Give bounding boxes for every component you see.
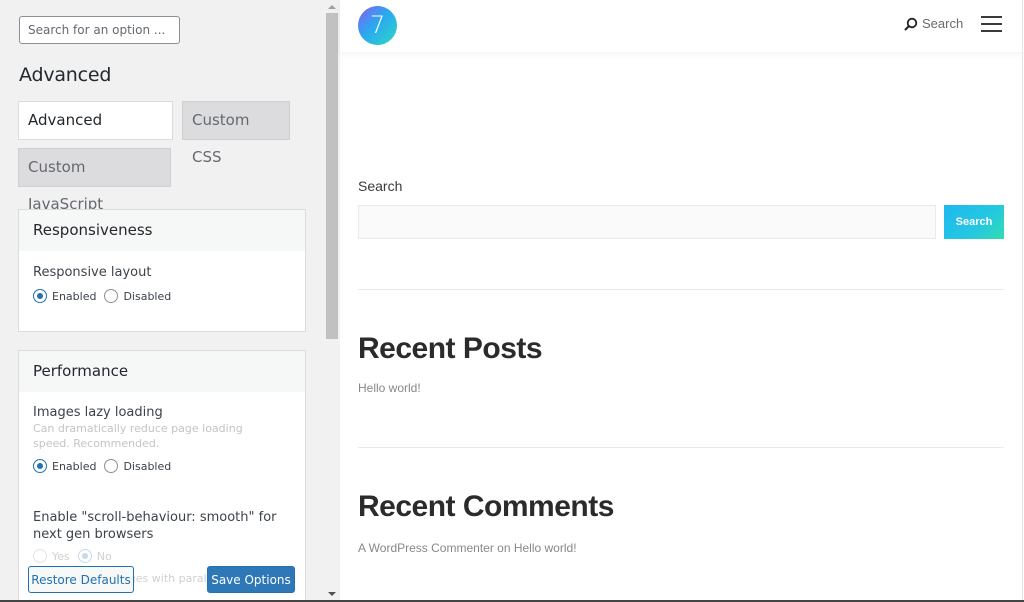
site-preview: 7 Search Search Search Recent Posts Hell… — [340, 0, 1024, 602]
card-title: Responsiveness — [19, 210, 305, 251]
option-label: Enable "scroll-behaviour: smooth" for ne… — [33, 510, 277, 542]
site-header: 7 Search — [340, 0, 1024, 52]
radio-group-responsive-layout: Enabled Disabled — [33, 289, 291, 303]
scroll-down-arrow-icon[interactable] — [328, 592, 336, 596]
option-description: Can dramatically reduce page loading spe… — [33, 422, 243, 450]
header-search-label: Search — [922, 16, 964, 31]
radio-disabled[interactable] — [104, 289, 119, 303]
scroll-up-arrow-icon[interactable] — [328, 5, 336, 9]
widget-divider — [358, 289, 1004, 290]
search-widget-button[interactable]: Search — [944, 205, 1004, 239]
radio-label: Enabled — [52, 289, 97, 303]
save-options-button[interactable]: Save Options — [207, 566, 295, 593]
radio-enabled[interactable] — [33, 459, 47, 473]
radio-label: Disabled — [123, 289, 172, 303]
option-search-input[interactable] — [19, 16, 180, 44]
tab-advanced-settings[interactable]: Advanced Settings — [18, 101, 173, 166]
option-label: Images lazy loading — [33, 405, 163, 420]
menu-hamburger-icon[interactable] — [981, 16, 1002, 34]
recent-posts-title: Recent Posts — [358, 332, 543, 365]
radio-group-lazy-loading: Enabled Disabled — [33, 459, 291, 473]
customizer-panel: Advanced Advanced Settings Custom CSS Cu… — [0, 0, 340, 602]
card-body: Responsive layout Enabled Disabled — [19, 251, 305, 303]
scroll-thumb[interactable] — [326, 13, 338, 339]
widget-divider — [358, 447, 1004, 448]
recent-post-link[interactable]: Hello world! — [358, 381, 421, 395]
section-title: Advanced — [19, 64, 112, 86]
restore-defaults-button[interactable]: Restore Defaults — [28, 566, 134, 593]
tab-custom-css[interactable]: Custom CSS — [182, 101, 290, 166]
panel-scrollbar[interactable] — [324, 0, 340, 602]
responsiveness-card: Responsiveness Responsive layout Enabled… — [18, 209, 306, 332]
site-logo[interactable]: 7 — [358, 6, 397, 45]
card-title: Performance — [19, 351, 305, 392]
recent-comments-title: Recent Comments — [358, 490, 614, 523]
header-search-toggle[interactable]: Search — [904, 16, 963, 31]
customizer-content: Advanced Advanced Settings Custom CSS Cu… — [0, 0, 324, 602]
preview-edge — [1022, 0, 1023, 600]
radio-label: Enabled — [52, 459, 97, 473]
radio-enabled[interactable] — [33, 289, 47, 303]
search-icon — [904, 17, 918, 30]
option-label: Responsive layout — [33, 265, 152, 280]
recent-comment-link[interactable]: A WordPress Commenter on Hello world! — [358, 541, 577, 555]
search-widget-input[interactable] — [358, 205, 936, 239]
radio-label: Disabled — [123, 459, 172, 473]
search-widget-label: Search — [358, 178, 403, 194]
radio-disabled[interactable] — [104, 459, 119, 473]
tab-custom-javascript[interactable]: Custom JavaScript — [18, 148, 171, 213]
